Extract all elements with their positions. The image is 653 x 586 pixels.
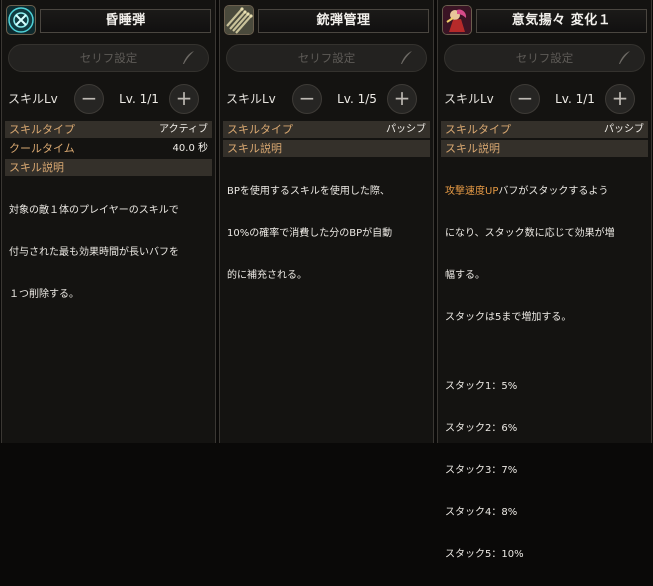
- serif-settings-label: セリフ設定: [515, 51, 574, 65]
- card-header: 昏睡弾: [2, 3, 215, 39]
- skill-type-key: スキルタイプ: [227, 123, 293, 136]
- skill-level-row: スキルLv − Lv. 1/1 +: [438, 82, 651, 116]
- stack-line: スタック4：8%: [445, 507, 518, 518]
- skill-description-header: スキル説明: [441, 140, 648, 157]
- skill-type-row: スキルタイプ パッシブ: [441, 121, 648, 138]
- description-line: スタックは5まで増加する。: [445, 312, 572, 323]
- serif-settings-button[interactable]: セリフ設定: [444, 44, 645, 72]
- skill-type-key: スキルタイプ: [445, 123, 511, 136]
- skill-type-row: スキルタイプ パッシブ: [223, 121, 430, 138]
- skill-title: 意気揚々 変化１: [511, 13, 612, 28]
- card-header: 意気揚々 変化１: [438, 3, 651, 39]
- description-line: になり、スタック数に応じて効果が増: [445, 228, 615, 239]
- skill-level-label: スキルLv: [226, 92, 276, 106]
- skill-type-key: スキルタイプ: [9, 123, 75, 136]
- stack-line: スタック1：5%: [445, 381, 518, 392]
- description-line: １つ削除する。: [9, 289, 79, 300]
- attack-speed-highlight: 攻撃速度UP: [445, 186, 499, 197]
- skill-description-key: スキル説明: [227, 142, 282, 155]
- level-decrease-button[interactable]: −: [292, 84, 322, 114]
- skill-type-row: スキルタイプ アクティブ: [5, 121, 212, 138]
- skill-card-bullet-management: 銃弾管理 セリフ設定 スキルLv − Lv. 1/5 + スキルタイプ パッシブ…: [219, 0, 434, 443]
- description-line: 攻撃速度UPバフがスタックするよう: [445, 181, 645, 202]
- skill-level-row: スキルLv − Lv. 1/5 +: [220, 82, 433, 116]
- skill-card-sleep-bullet: 昏睡弾 セリフ設定 スキルLv − Lv. 1/1 + スキルタイプ アクティブ…: [1, 0, 216, 443]
- level-decrease-button[interactable]: −: [74, 84, 104, 114]
- high-spirits-icon: [442, 5, 472, 35]
- serif-settings-button[interactable]: セリフ設定: [8, 44, 209, 72]
- description-line-rest: バフがスタックするよう: [498, 186, 609, 197]
- skill-description: 攻撃速度UPバフがスタックするよう になり、スタック数に応じて効果が増 幅する。…: [445, 160, 645, 586]
- skill-level-row: スキルLv − Lv. 1/1 +: [2, 82, 215, 116]
- skill-description: BPを使用するスキルを使用した際、 10%の確率で消費した分のBPが自動 的に補…: [227, 160, 427, 307]
- sleep-bullet-icon: [6, 5, 36, 35]
- skill-type-value: パッシブ: [604, 124, 644, 135]
- skill-title: 昏睡弾: [105, 13, 146, 28]
- description-line: 10%の確率で消費した分のBPが自動: [227, 228, 393, 239]
- skill-title-box: 意気揚々 変化１: [476, 9, 647, 33]
- skill-description-header: スキル説明: [223, 140, 430, 157]
- quill-pen-icon: [619, 51, 630, 64]
- skill-card-high-spirits: 意気揚々 変化１ セリフ設定 スキルLv − Lv. 1/1 + スキルタイプ …: [437, 0, 652, 560]
- skill-level-label: スキルLv: [8, 92, 58, 106]
- cooldown-row: クールタイム 40.0 秒: [5, 140, 212, 157]
- level-increase-button[interactable]: +: [387, 84, 417, 114]
- skill-title: 銃弾管理: [316, 13, 371, 28]
- cooldown-key: クールタイム: [9, 142, 75, 155]
- skill-description-key: スキル説明: [445, 142, 500, 155]
- skill-description-header: スキル説明: [5, 159, 212, 176]
- skill-type-value: パッシブ: [386, 124, 426, 135]
- quill-pen-icon: [183, 51, 194, 64]
- level-decrease-button[interactable]: −: [510, 84, 540, 114]
- stack-line: スタック3：7%: [445, 465, 518, 476]
- skill-level-value: Lv. 1/1: [555, 92, 595, 106]
- serif-settings-label: セリフ設定: [79, 51, 138, 65]
- card-header: 銃弾管理: [220, 3, 433, 39]
- serif-settings-label: セリフ設定: [297, 51, 356, 65]
- skill-description-key: スキル説明: [9, 161, 64, 174]
- skill-level-label: スキルLv: [444, 92, 494, 106]
- quill-pen-icon: [401, 51, 412, 64]
- level-increase-button[interactable]: +: [605, 84, 635, 114]
- skill-title-box: 銃弾管理: [258, 9, 429, 33]
- description-line: BPを使用するスキルを使用した際、: [227, 186, 390, 197]
- description-line: 的に補充される。: [227, 270, 307, 281]
- skill-description: 対象の敵１体のプレイヤーのスキルで 付与された最も効果時間が長いバフを １つ削除…: [9, 179, 209, 326]
- level-increase-button[interactable]: +: [169, 84, 199, 114]
- description-line: 対象の敵１体のプレイヤーのスキルで: [9, 205, 179, 216]
- stack-line: スタック5：10%: [445, 549, 524, 560]
- serif-settings-button[interactable]: セリフ設定: [226, 44, 427, 72]
- skill-type-value: アクティブ: [159, 124, 208, 135]
- description-line: 幅する。: [445, 270, 485, 281]
- cooldown-value: 40.0 秒: [172, 143, 208, 154]
- stack-line: スタック2：6%: [445, 423, 518, 434]
- bullets-icon: [224, 5, 254, 35]
- description-line: 付与された最も効果時間が長いバフを: [9, 247, 179, 258]
- skill-level-value: Lv. 1/1: [119, 92, 159, 106]
- skill-level-value: Lv. 1/5: [337, 92, 377, 106]
- skill-title-box: 昏睡弾: [40, 9, 211, 33]
